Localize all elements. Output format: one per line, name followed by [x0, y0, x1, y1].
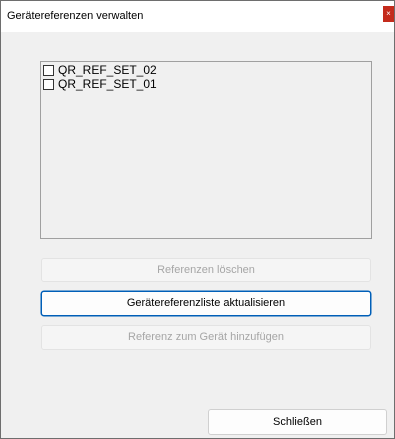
checkbox-ref-set-01[interactable] [43, 79, 54, 90]
refresh-reference-list-button[interactable]: Gerätereferenzliste aktualisieren [41, 291, 371, 316]
dialog-window: Gerätereferenzen verwalten × QR_REF_SET_… [0, 0, 395, 439]
delete-references-button[interactable]: Referenzen löschen [41, 258, 371, 282]
close-button[interactable]: Schließen [208, 409, 387, 435]
title-bar: Gerätereferenzen verwalten × [1, 1, 394, 32]
close-icon[interactable]: × [383, 6, 394, 22]
list-item-label: QR_REF_SET_01 [58, 77, 157, 91]
references-listbox[interactable]: QR_REF_SET_02 QR_REF_SET_01 [40, 61, 372, 239]
add-reference-to-device-button[interactable]: Referenz zum Gerät hinzufügen [41, 325, 371, 350]
window-title: Gerätereferenzen verwalten [7, 10, 144, 22]
checkbox-ref-set-02[interactable] [43, 65, 54, 76]
list-item[interactable]: QR_REF_SET_02 [43, 64, 157, 77]
list-item[interactable]: QR_REF_SET_01 [43, 78, 157, 91]
list-item-label: QR_REF_SET_02 [58, 63, 157, 77]
